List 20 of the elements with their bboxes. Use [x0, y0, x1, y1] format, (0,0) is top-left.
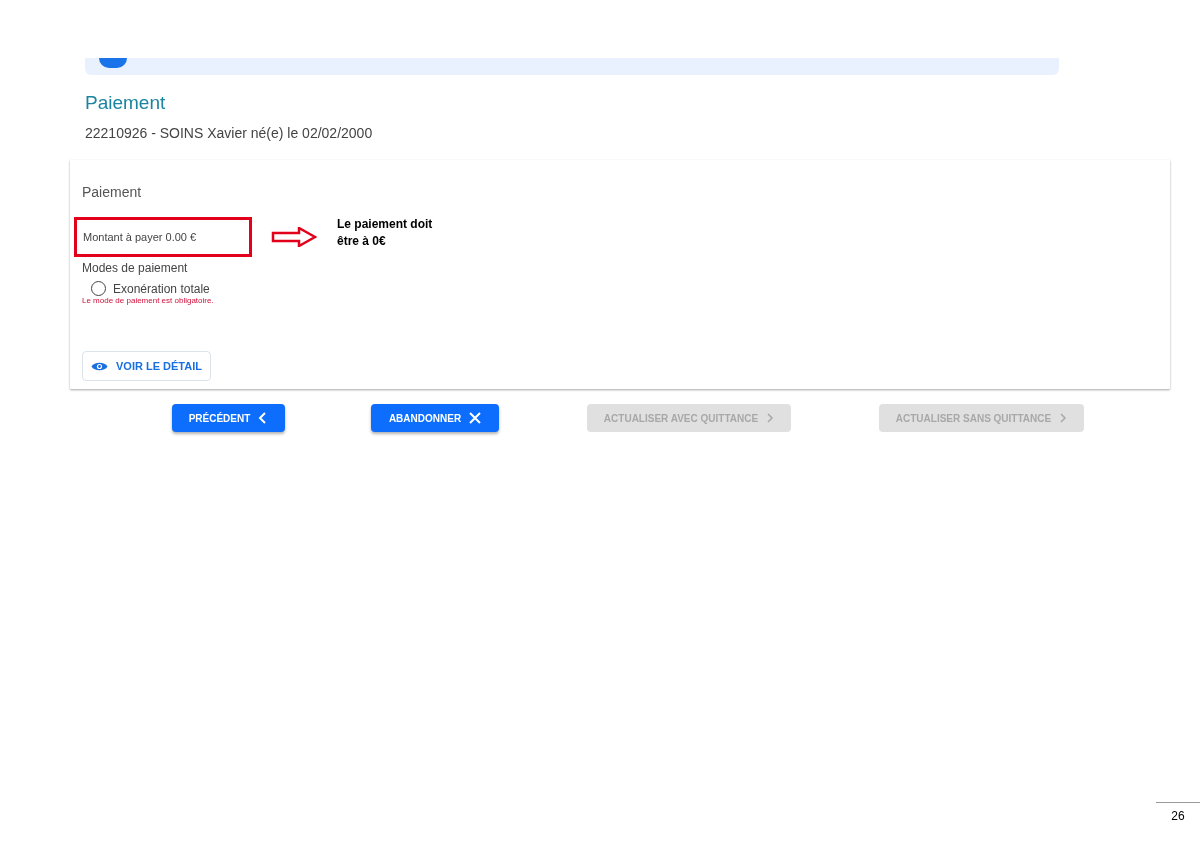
card-title: Paiement — [82, 183, 143, 201]
chevron-left-icon — [258, 412, 269, 424]
option-label: Exonération totale — [113, 281, 210, 296]
radio-option[interactable]: Exonération totale — [91, 281, 1170, 296]
action-button[interactable]: PRÉCÉDENT — [172, 404, 285, 432]
close-icon — [469, 412, 482, 424]
action-button[interactable]: ABANDONNER — [371, 404, 499, 432]
error-message: Le mode de paiement est obligatoire. — [82, 296, 215, 306]
tab-indicator — [99, 58, 127, 68]
chevron-right-icon — [766, 413, 775, 423]
detail-button[interactable]: VOIR LE DÉTAIL — [82, 351, 211, 381]
page-number: 26 — [1156, 802, 1200, 825]
annotation-note: Le paiement doit être à 0€ — [337, 216, 434, 250]
arrow-icon — [271, 227, 317, 247]
page-title: Paiement — [85, 91, 167, 115]
eye-icon — [91, 360, 108, 372]
modes-label: Modes de paiement — [82, 261, 189, 276]
amount-text: Montant à payer 0.00 € — [83, 229, 197, 245]
patient-info: 22210926 - SOINS Xavier né(e) le 02/02/2000 — [85, 124, 374, 142]
chevron-right-icon — [1059, 413, 1068, 423]
